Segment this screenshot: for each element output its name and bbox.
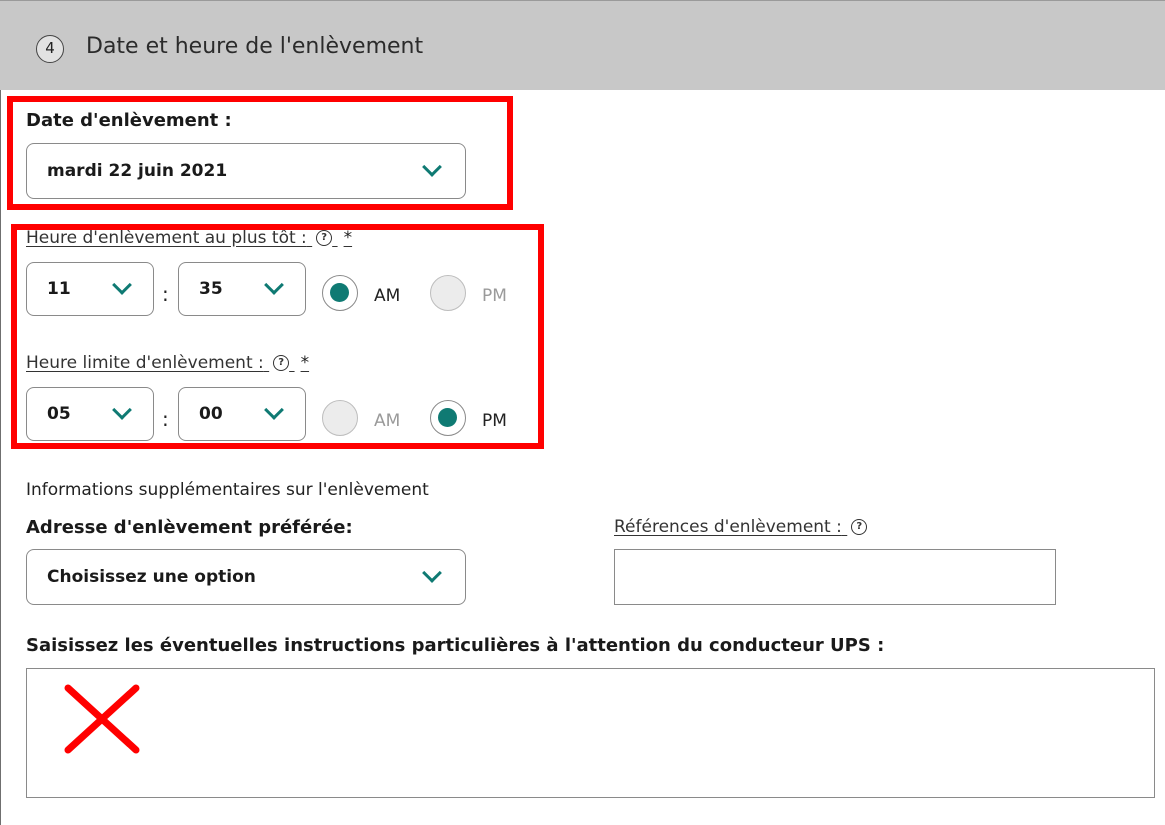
red-x-mark-icon xyxy=(64,684,140,754)
section-header: 4 Date et heure de l'enlèvement xyxy=(0,0,1165,90)
references-input[interactable] xyxy=(614,549,1056,605)
highlight-box-times xyxy=(11,224,544,449)
preferred-address-select[interactable]: Choisissez une option xyxy=(26,549,466,605)
additional-info-heading: Informations supplémentaires sur l'enlèv… xyxy=(26,480,429,500)
chevron-down-icon xyxy=(422,563,442,583)
references-label: Références d'enlèvement : ? xyxy=(614,517,868,537)
section-title: Date et heure de l'enlèvement xyxy=(86,34,424,59)
preferred-address-value: Choisissez une option xyxy=(47,567,256,587)
highlight-box-date xyxy=(7,96,513,210)
preferred-address-label: Adresse d'enlèvement préférée: xyxy=(26,517,353,538)
instructions-label: Saisissez les éventuelles instructions p… xyxy=(26,635,885,656)
instructions-textarea[interactable] xyxy=(26,668,1155,798)
help-icon[interactable]: ? xyxy=(851,519,868,535)
step-number-badge: 4 xyxy=(36,35,64,63)
